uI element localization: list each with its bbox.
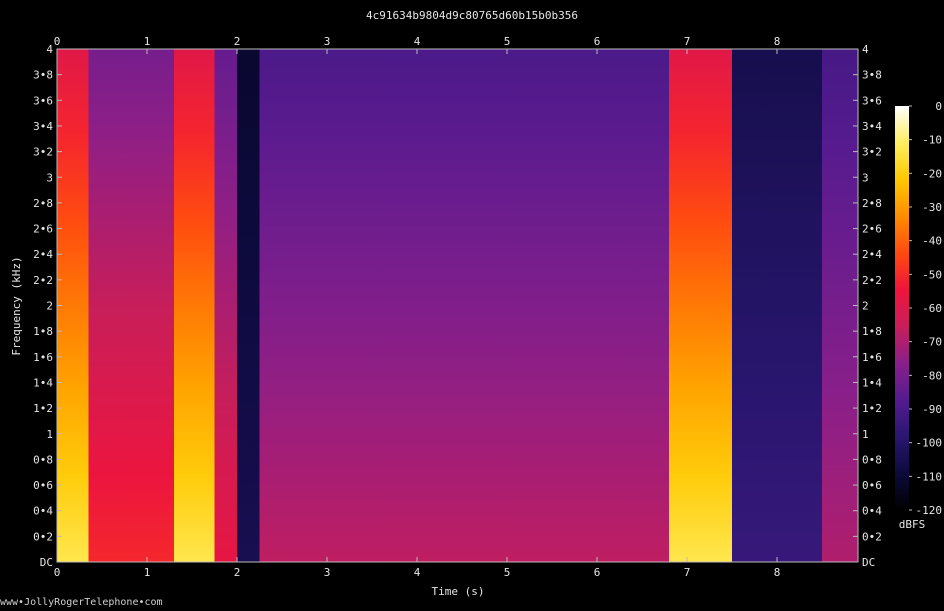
x-tick-label-top: 2 [234,35,241,48]
x-tick-label: 6 [594,566,601,579]
x-tick-label-top: 6 [594,35,601,48]
y-tick-label-right: 3•8 [862,69,882,82]
colorbar-tick-label: -10 [922,134,942,147]
y-tick-label: 1 [46,428,53,441]
y-tick-label: 1•6 [33,351,53,364]
y-tick-label-right: 2•8 [862,197,882,210]
x-tick-label: 1 [144,566,151,579]
spectrogram-chart: 0 0 1 1 2 2 3 3 4 4 5 5 6 6 7 7 8 8 DC DC 0•2 0•2 0•4 0•4 0•6 0•6… [10,35,943,598]
y-tick-label-right: 2 [862,300,869,313]
y-tick-label: 1•8 [33,325,53,338]
x-tick-label: 0 [54,566,61,579]
x-tick-label: 3 [324,566,331,579]
y-tick-label: 4 [46,43,53,56]
y-tick-label: 3 [46,171,53,184]
y-tick-label-right: 3•2 [862,146,882,159]
y-tick-label-right: 1•2 [862,402,882,415]
x-tick-label: 4 [414,566,421,579]
y-tick-label-right: 1•6 [862,351,882,364]
colorbar-tick-label: -120 [916,504,943,517]
colorbar-tick-label: -20 [922,167,942,180]
colorbar-tick-label: -50 [922,268,942,281]
y-tick-label: 3•4 [33,120,53,133]
footer-watermark: www•JollyRogerTelephone•com [0,597,163,608]
y-tick-label-right: 2•4 [862,248,882,261]
y-tick-label-right: 3 [862,171,869,184]
y-tick-label: 2•4 [33,248,53,261]
colorbar-tick-label: -100 [916,437,943,450]
heatmap-segment [732,49,822,562]
colorbar-tick-label: -90 [922,403,942,416]
y-tick-label: 0•8 [33,453,53,466]
colorbar-tick-label: -110 [916,470,943,483]
y-tick-label: 2 [46,300,53,313]
y-tick-label: 2•8 [33,197,53,210]
y-tick-label-right: DC [862,556,875,569]
heatmap-segment [669,49,732,562]
y-tick-label-right: 0•8 [862,453,882,466]
x-tick-label: 2 [234,566,241,579]
y-tick-label-right: 1•4 [862,376,882,389]
y-tick-label-right: 0•6 [862,479,882,492]
x-tick-label-top: 0 [54,35,61,48]
y-tick-label-right: 4 [862,43,869,56]
heatmap-segment [214,49,237,562]
y-tick-label-right: 1 [862,428,869,441]
y-tick-label-right: 2•2 [862,274,882,287]
heatmap-segment [174,49,215,562]
colorbar-tick-label: -80 [922,369,942,382]
y-tick-label-right: 3•4 [862,120,882,133]
y-tick-label: 3•2 [33,146,53,159]
y-tick-label: 1•4 [33,376,53,389]
y-tick-label-right: 2•6 [862,223,882,236]
x-tick-label: 5 [504,566,511,579]
x-tick-label-top: 4 [414,35,421,48]
x-tick-label: 8 [774,566,781,579]
y-tick-label: 0•6 [33,479,53,492]
colorbar-tick-label: 0 [935,100,942,113]
y-tick-label: 3•8 [33,69,53,82]
x-tick-label: 7 [684,566,691,579]
x-tick-label-top: 7 [684,35,691,48]
heatmap-segment [259,49,669,562]
x-axis-label: Time (s) [432,585,485,598]
heatmap-segment [237,49,260,562]
y-tick-label-right: 0•4 [862,505,882,518]
y-tick-label: 1•2 [33,402,53,415]
y-tick-label: 0•4 [33,505,53,518]
y-tick-label: 3•6 [33,94,53,107]
x-tick-label-top: 5 [504,35,511,48]
colorbar [895,106,909,510]
y-tick-label-right: 0•2 [862,530,882,543]
colorbar-unit-label: dBFS [899,518,926,531]
colorbar-tick-label: -60 [922,302,942,315]
y-tick-label-right: 3•6 [862,94,882,107]
y-tick-label: 0•2 [33,530,53,543]
y-tick-label: 2•6 [33,223,53,236]
heatmap-segment [88,49,174,562]
colorbar-tick-label: -70 [922,336,942,349]
y-tick-label-right: 1•8 [862,325,882,338]
colorbar-tick-label: -40 [922,235,942,248]
x-tick-label-top: 8 [774,35,781,48]
y-tick-label: DC [40,556,53,569]
y-tick-label: 2•2 [33,274,53,287]
heatmap-segment [822,49,858,562]
x-tick-label-top: 1 [144,35,151,48]
x-tick-label-top: 3 [324,35,331,48]
y-axis-label: Frequency (kHz) [10,256,23,355]
colorbar-tick-label: -30 [922,201,942,214]
